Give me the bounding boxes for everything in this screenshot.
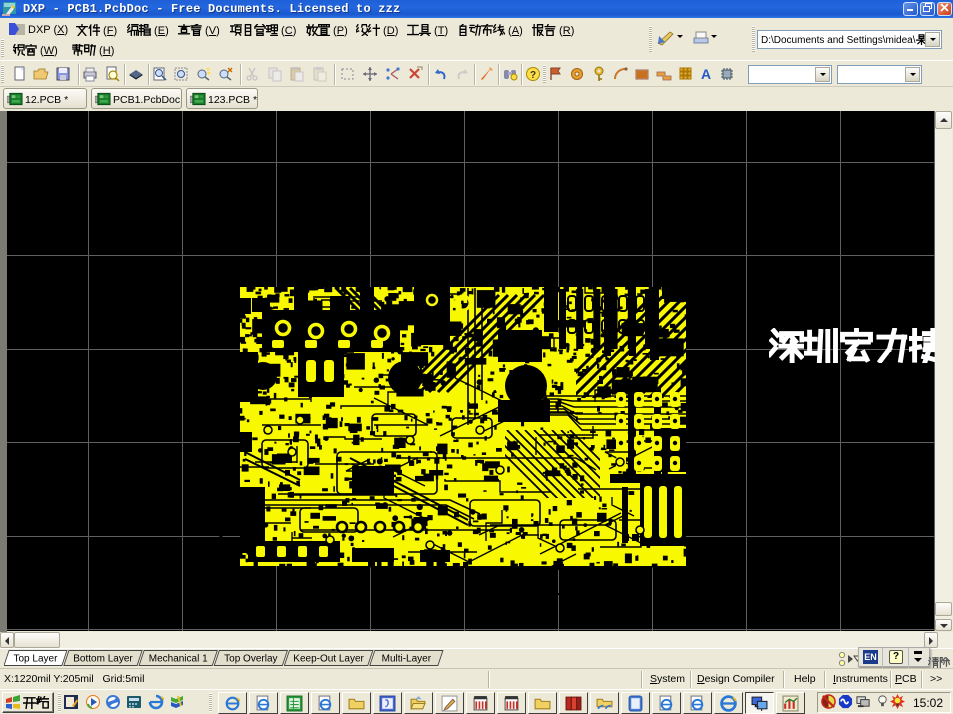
svg-text:Bottom Layer: Bottom Layer xyxy=(73,654,133,665)
svg-text:?: ? xyxy=(530,70,536,81)
svg-text:Mechanical 1: Mechanical 1 xyxy=(149,654,208,665)
svg-text:Top Layer: Top Layer xyxy=(13,654,58,665)
svg-text:Keep-Out Layer: Keep-Out Layer xyxy=(293,654,364,665)
svg-text:Multi-Layer: Multi-Layer xyxy=(382,654,432,665)
svg-text:Top Overlay: Top Overlay xyxy=(224,654,277,665)
svg-text:A: A xyxy=(701,66,711,82)
